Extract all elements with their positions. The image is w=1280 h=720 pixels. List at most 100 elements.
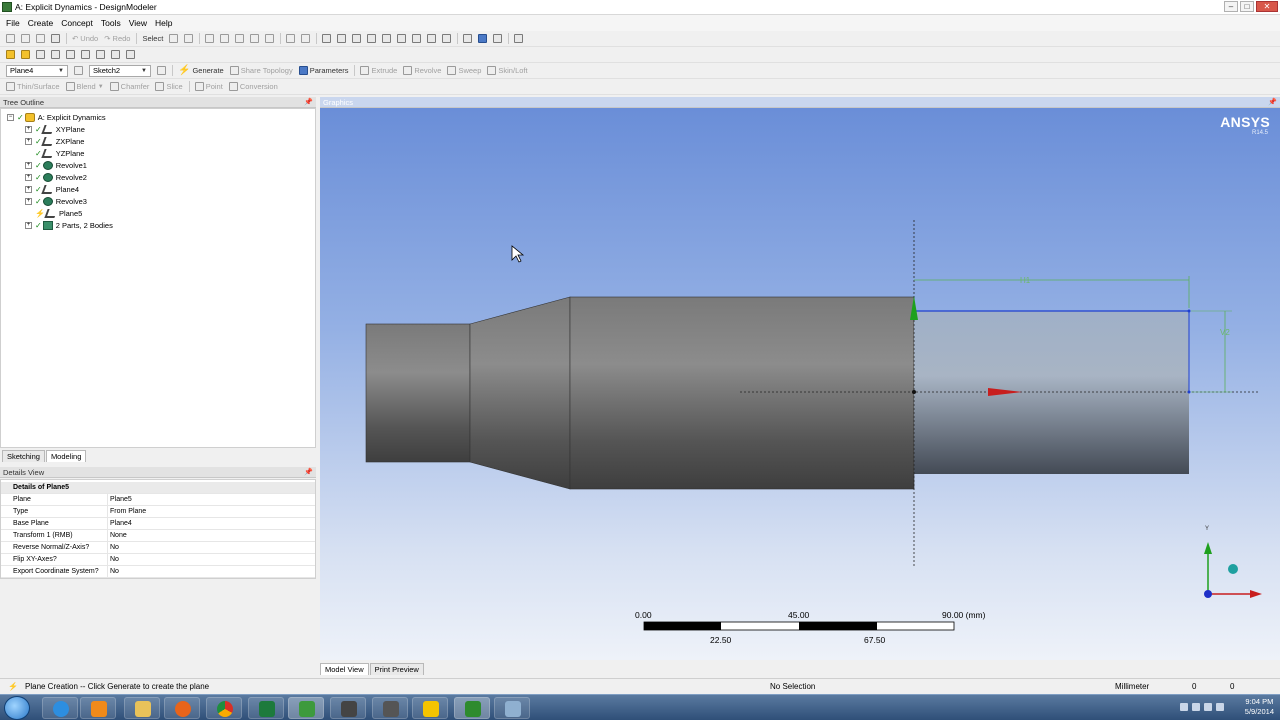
revolve-button[interactable]: Revolve — [403, 66, 441, 75]
save-button[interactable] — [36, 34, 45, 43]
sketch-combo[interactable]: Sketch2 ▼ — [89, 64, 151, 77]
pin-icon[interactable]: 📌 — [304, 467, 313, 478]
details-value[interactable]: No — [108, 566, 119, 577]
shaft-segment-3[interactable] — [914, 311, 1189, 474]
conversion-button[interactable]: Conversion — [228, 82, 278, 91]
expand-icon[interactable]: + — [25, 173, 32, 181]
details-value[interactable]: Plane4 — [108, 518, 132, 529]
iso-ball[interactable] — [1228, 564, 1238, 574]
rotate-button[interactable] — [322, 34, 332, 43]
extrude-button[interactable]: Extrude — [360, 66, 397, 75]
menu-tools[interactable]: Tools — [101, 18, 121, 28]
axis-triad[interactable]: Y — [1204, 526, 1262, 598]
maximize-button[interactable]: □ — [1240, 1, 1254, 12]
new-sketch-2-button[interactable] — [157, 66, 166, 75]
details-row[interactable]: Flip XY-Axes? No — [1, 554, 315, 566]
network-icon[interactable] — [1204, 703, 1212, 711]
paint-select-button[interactable] — [301, 34, 311, 43]
sketch-icon-button[interactable] — [74, 66, 83, 75]
parameters-button[interactable]: Parameters — [298, 66, 348, 75]
zoom-in-button[interactable] — [367, 34, 377, 43]
help-cursor-button[interactable] — [514, 34, 524, 43]
details-value[interactable]: From Plane — [108, 506, 146, 517]
details-row[interactable]: Type From Plane — [1, 506, 315, 518]
screenshot-button[interactable] — [51, 34, 60, 43]
zoom-button[interactable] — [352, 34, 362, 43]
tree-item-plane5[interactable]: ⚡ Plane5 — [25, 207, 82, 219]
tab-print-preview[interactable]: Print Preview — [369, 663, 424, 675]
menu-create[interactable]: Create — [28, 18, 54, 28]
volume-icon[interactable] — [1216, 703, 1224, 711]
isometric-button[interactable] — [478, 34, 488, 43]
taskbar-explorer[interactable] — [124, 697, 160, 719]
point-button[interactable]: Point — [194, 82, 223, 91]
zoom-out-button[interactable] — [397, 34, 407, 43]
details-row[interactable]: Reverse Normal/Z-Axis? No — [1, 542, 315, 554]
clock[interactable]: 9:04 PM 5/9/2014 — [1245, 697, 1274, 717]
select-bodies-button[interactable] — [250, 34, 260, 43]
chamfer-button[interactable]: Chamfer — [109, 82, 149, 91]
model-canvas[interactable]: H1 V2 0.00 45.00 90.00 (mm) 22.50 67.50 — [320, 108, 1280, 660]
details-row[interactable]: Transform 1 (RMB) None — [1, 530, 315, 542]
snap-button[interactable] — [126, 50, 135, 59]
dimension-h1-label[interactable]: H1 — [1020, 276, 1031, 285]
expand-icon[interactable]: + — [25, 221, 32, 229]
menu-concept[interactable]: Concept — [61, 18, 93, 28]
details-row[interactable]: Base Plane Plane4 — [1, 518, 315, 530]
extend-button[interactable] — [265, 34, 275, 43]
menu-file[interactable]: File — [6, 18, 20, 28]
taskbar-app-2[interactable] — [372, 697, 408, 719]
plane-yz-button[interactable] — [96, 50, 105, 59]
tree-item-yzplane[interactable]: ✓ YZPlane — [25, 147, 84, 159]
select-mode-button[interactable] — [169, 34, 179, 43]
menu-help[interactable]: Help — [155, 18, 172, 28]
fit-button[interactable] — [442, 34, 452, 43]
generate-button[interactable]: ⚡ Generate — [178, 65, 224, 76]
expand-icon[interactable]: + — [25, 185, 32, 193]
select-filter-button[interactable] — [184, 34, 194, 43]
display-edges-button[interactable] — [21, 50, 30, 59]
open-button[interactable] — [21, 34, 30, 43]
taskbar-excel[interactable] — [248, 697, 284, 719]
tray-icon[interactable] — [1192, 703, 1200, 711]
details-value[interactable]: No — [108, 542, 119, 553]
triad-button[interactable] — [463, 34, 473, 43]
pin-icon[interactable]: 📌 — [1268, 97, 1277, 108]
new-plane-button[interactable] — [36, 50, 45, 59]
collapse-icon[interactable]: − — [7, 113, 14, 121]
thin-surface-button[interactable]: Thin/Surface — [6, 82, 60, 91]
zoom-fit-button[interactable] — [412, 34, 422, 43]
plane-zx-button[interactable] — [81, 50, 90, 59]
tree-item-revolve2[interactable]: + ✓ Revolve2 — [25, 171, 87, 183]
select-faces-button[interactable] — [235, 34, 245, 43]
details-value[interactable]: Plane5 — [108, 494, 132, 505]
look-at-button[interactable] — [111, 50, 120, 59]
taskbar-media[interactable] — [80, 697, 116, 719]
taskbar-app-1[interactable] — [330, 697, 366, 719]
close-button[interactable]: ✕ — [1256, 1, 1278, 12]
plane-xy-button[interactable] — [66, 50, 75, 59]
undo-button[interactable]: ↶ Undo — [72, 34, 98, 43]
share-topology-button[interactable]: Share Topology — [229, 66, 293, 75]
expand-icon[interactable]: + — [25, 137, 32, 145]
details-value[interactable]: None — [108, 530, 127, 541]
box-zoom-button[interactable] — [382, 34, 392, 43]
sweep-button[interactable]: Sweep — [447, 66, 481, 75]
tray-icon[interactable] — [1180, 703, 1188, 711]
box-select-button[interactable] — [286, 34, 296, 43]
tab-modeling[interactable]: Modeling — [45, 450, 87, 462]
tab-sketching[interactable]: Sketching — [2, 450, 45, 462]
tab-model-view[interactable]: Model View — [320, 663, 369, 675]
expand-icon[interactable]: + — [25, 197, 32, 205]
status-units[interactable]: Millimeter — [1115, 682, 1149, 691]
pan-button[interactable] — [337, 34, 347, 43]
expand-icon[interactable]: + — [25, 161, 32, 169]
pin-icon[interactable]: 📌 — [304, 97, 313, 108]
skin-loft-button[interactable]: Skin/Loft — [487, 66, 528, 75]
tree-item-revolve3[interactable]: + ✓ Revolve3 — [25, 195, 87, 207]
shaft-segment-2[interactable] — [569, 296, 915, 490]
start-button[interactable] — [4, 696, 30, 720]
select-edges-button[interactable] — [220, 34, 230, 43]
taskbar-firefox[interactable] — [164, 697, 200, 719]
taskbar-chrome[interactable] — [206, 697, 242, 719]
